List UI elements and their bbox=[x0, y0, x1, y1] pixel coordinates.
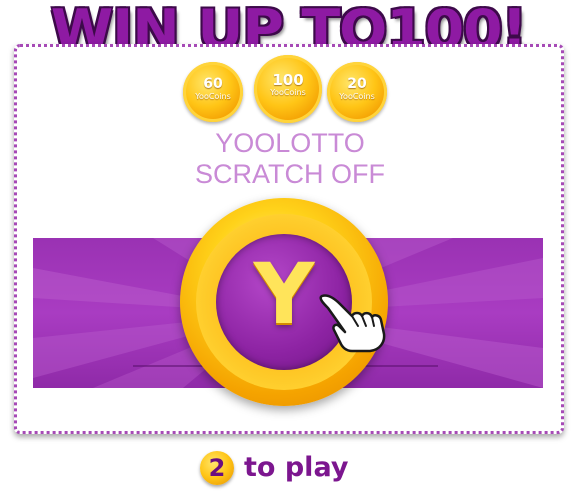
game-title-line1: YOOLOTTO bbox=[215, 128, 365, 158]
play-cost: 2 to play bbox=[200, 450, 348, 486]
prize-coin-unit: YooCoins bbox=[339, 92, 375, 101]
prize-coin-20: 20 YooCoins bbox=[327, 62, 387, 122]
pointing-hand-cursor-icon bbox=[319, 294, 386, 353]
play-cost-amount: 2 bbox=[208, 454, 226, 482]
yoocoin-icon: 2 bbox=[200, 451, 234, 485]
prize-coin-amount: 60 bbox=[203, 76, 223, 92]
play-cost-label: to play bbox=[244, 452, 349, 483]
prize-coin-60: 60 YooCoins bbox=[183, 62, 243, 122]
prize-coin-unit: YooCoins bbox=[195, 92, 231, 101]
prize-coin-amount: 100 bbox=[272, 71, 304, 89]
game-title: YOOLOTTO SCRATCH OFF bbox=[140, 128, 440, 190]
prize-coin-100: 100 YooCoins bbox=[254, 55, 322, 123]
game-title-line2: SCRATCH OFF bbox=[195, 159, 385, 189]
prize-coin-amount: 20 bbox=[347, 76, 367, 92]
prize-coin-unit: YooCoins bbox=[270, 88, 306, 97]
